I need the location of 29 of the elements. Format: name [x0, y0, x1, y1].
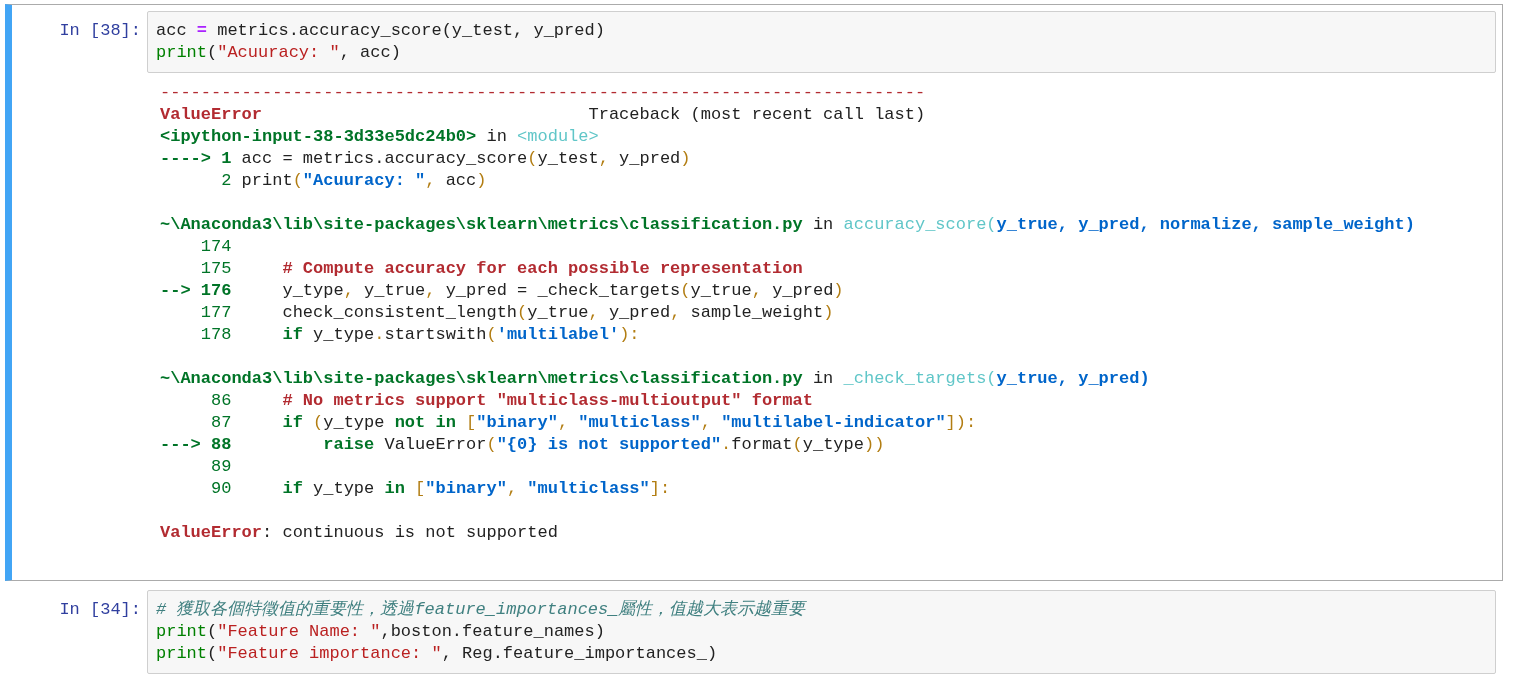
- input-prompt: In [38]:: [58, 20, 142, 42]
- traceback-line: ValueError: continuous is not supported: [160, 522, 559, 544]
- traceback-line: <ipython-input-38-3d33e5dc24b0> in <module>: [160, 126, 600, 148]
- traceback-line: --> 176 y_type, y_true, y_pred = _check_targets(y_true, y_pred): [160, 280, 845, 302]
- traceback-line: 174: [199, 236, 233, 258]
- traceback-line: ~\Anaconda3\lib\site-packages\sklearn\metrics\classification.py in accuracy_score(y_true, y_pred, normalize, sample_weight): [160, 214, 1416, 236]
- code-line: print("Feature importance: ", Reg.feature_importances_): [156, 643, 719, 665]
- code-line: # 獲取各個特徵值的重要性，透過feature_importances_屬性，值越大表示越重要: [156, 599, 808, 621]
- traceback-line: ---> 88 raise ValueError("{0} is not supported".format(y_type)): [160, 434, 886, 456]
- traceback-line: ~\Anaconda3\lib\site-packages\sklearn\metrics\classification.py in _check_targets(y_true, y_pred): [160, 368, 1151, 390]
- traceback-line: 87 if (y_type not in ["binary", "multiclass", "multilabel-indicator"]):: [210, 412, 978, 434]
- traceback-line: ValueError Traceback (most recent call last): [160, 104, 927, 126]
- code-line: print("Feature Name: ",boston.feature_names): [156, 621, 606, 643]
- traceback-line: 2 print("Acuuracy: ", acc): [220, 170, 488, 192]
- traceback-line: 90 if y_type in ["binary", "multiclass"]:: [210, 478, 672, 500]
- input-prompt: In [34]:: [58, 599, 142, 621]
- code-line: print("Acuuracy: ", acc): [156, 42, 402, 64]
- traceback-line: ----> 1 acc = metrics.accuracy_score(y_test, y_pred): [160, 148, 692, 170]
- code-input[interactable]: # 獲取各個特徵值的重要性，透過feature_importances_屬性，值越大表示越重要 print("Feature Name: ",boston.feature_names) print("Feature importance: ", Reg.feature_importances_): [147, 590, 1496, 674]
- traceback-line: 177 check_consistent_length(y_true, y_pred, sample_weight): [199, 302, 835, 324]
- traceback-line: 89: [210, 456, 233, 478]
- traceback-line: 178 if y_type.startswith('multilabel'):: [199, 324, 641, 346]
- code-input[interactable]: acc = metrics.accuracy_score(y_test, y_pred) print("Acuuracy: ", acc): [147, 11, 1496, 73]
- traceback-line: ---------------------------------------------------------------------------: [160, 82, 927, 104]
- notebook-cell[interactable]: In [34]: # 獲取各個特徵值的重要性，透過feature_importances_屬性，值越大表示越重要 print("Feature Name: ",boston.feature_names) print("Feature importance: ", Reg.feature_importances_): [5, 589, 1503, 679]
- code-line: acc = metrics.accuracy_score(y_test, y_pred): [156, 20, 606, 42]
- traceback-line: 175 # Compute accuracy for each possible representation: [199, 258, 804, 280]
- traceback-line: 86 # No metrics support "multiclass-multioutput" format: [210, 390, 814, 412]
- notebook-cell[interactable]: [5, 4, 1503, 581]
